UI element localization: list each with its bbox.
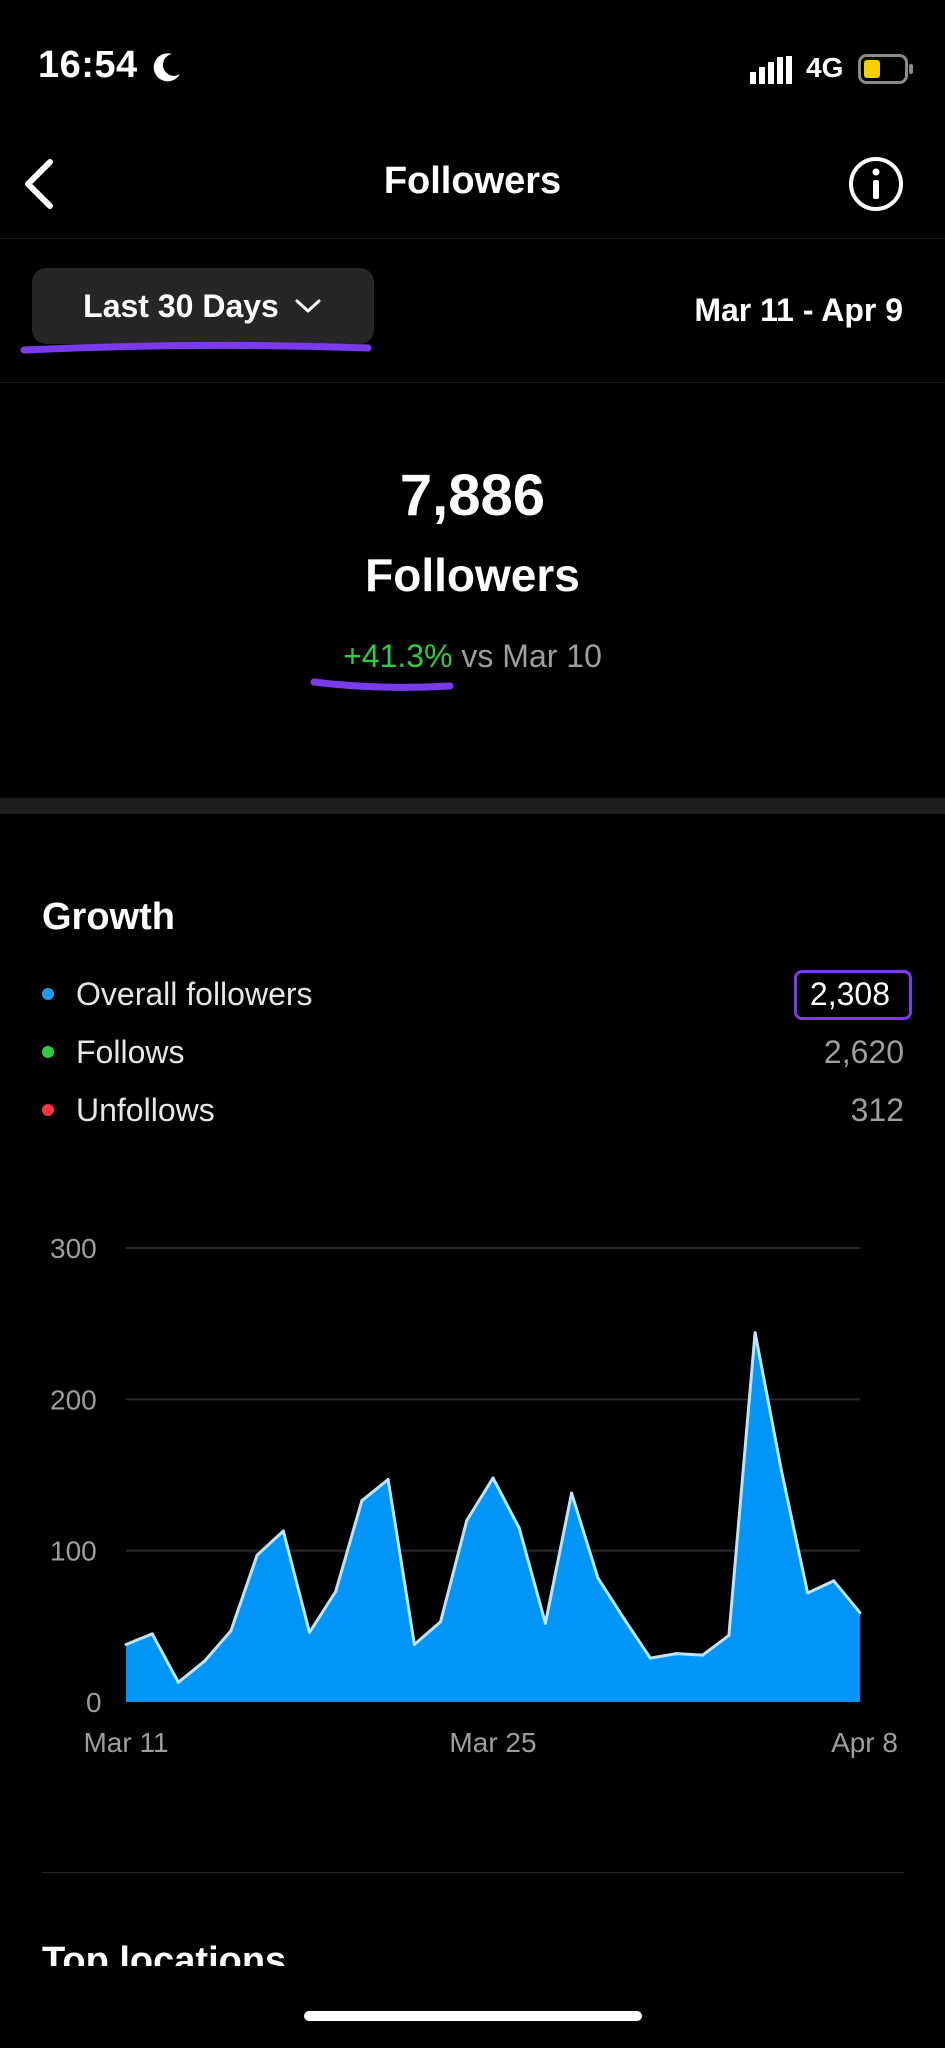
data-point	[491, 1476, 495, 1480]
data-point	[596, 1576, 600, 1580]
info-icon[interactable]	[846, 154, 906, 214]
battery-icon	[858, 54, 913, 84]
x-tick-label: Apr 8	[831, 1727, 898, 1758]
date-range-dropdown-label: Last 30 Days	[83, 287, 279, 324]
section-separator	[0, 798, 945, 814]
filter-divider	[0, 382, 945, 383]
y-tick-label: 100	[50, 1536, 97, 1567]
data-point	[806, 1591, 810, 1595]
data-point	[570, 1491, 574, 1495]
data-point	[281, 1529, 285, 1533]
legend-item-unfollows: Unfollows 312	[42, 1086, 904, 1134]
data-point	[412, 1642, 416, 1646]
growth-chart: 0 100 200 300 Mar 11 Mar 25 Apr 8	[50, 1233, 898, 1758]
data-point	[124, 1642, 128, 1646]
legend-item-overall: Overall followers 2,308	[42, 970, 904, 1018]
data-point	[727, 1633, 731, 1637]
growth-percent: +41.3%	[343, 638, 453, 674]
header-divider	[0, 238, 945, 239]
data-point	[858, 1611, 862, 1615]
data-point	[622, 1617, 626, 1621]
growth-comparison: +41.3% vs Mar 10	[0, 638, 945, 675]
page-title: Followers	[383, 160, 562, 202]
comparison-label: vs Mar 10	[461, 638, 602, 674]
legend-label: Unfollows	[76, 1091, 215, 1128]
legend-label: Overall followers	[76, 975, 313, 1012]
data-point	[517, 1526, 521, 1530]
moon-icon	[153, 53, 180, 82]
data-point	[386, 1478, 390, 1482]
data-point	[832, 1579, 836, 1583]
data-point	[203, 1659, 207, 1663]
top-locations-heading: Top locations	[42, 1940, 287, 1966]
data-point	[779, 1468, 783, 1472]
home-indicator[interactable]	[304, 2011, 642, 2021]
follower-count: 7,886	[399, 463, 546, 528]
signal-icon	[750, 56, 792, 84]
data-point	[753, 1331, 757, 1335]
data-point	[465, 1518, 469, 1522]
data-point	[229, 1629, 233, 1633]
annotation-underline	[310, 678, 454, 691]
data-point	[150, 1632, 154, 1636]
y-tick-label: 0	[86, 1687, 102, 1718]
y-tick-label: 200	[50, 1384, 97, 1415]
legend-dot	[42, 1104, 54, 1116]
data-point	[360, 1499, 364, 1503]
data-point	[701, 1653, 705, 1657]
data-point	[675, 1652, 678, 1656]
annotation-box	[794, 970, 912, 1020]
x-tick-label: Mar 25	[449, 1727, 536, 1758]
network-label: 4G	[806, 52, 844, 83]
y-tick-label: 300	[50, 1233, 97, 1264]
data-point	[308, 1630, 311, 1634]
status-time: 16:54	[38, 44, 138, 86]
section-divider	[42, 1872, 904, 1873]
follower-count-label: Followers	[365, 549, 580, 601]
legend-dot	[42, 1046, 54, 1058]
legend-value: 312	[850, 1091, 904, 1128]
annotation-underline	[20, 341, 372, 354]
growth-heading: Growth	[42, 896, 175, 938]
legend-item-follows: Follows 2,620	[42, 1028, 904, 1076]
data-point	[255, 1553, 259, 1557]
data-point	[648, 1656, 652, 1660]
data-point	[439, 1620, 443, 1624]
date-range-dropdown[interactable]: Last 30 Days	[32, 268, 374, 344]
data-point	[176, 1680, 180, 1684]
data-point	[543, 1621, 547, 1625]
legend-value: 2,620	[823, 1033, 904, 1070]
data-point	[334, 1590, 338, 1594]
legend-dot	[42, 988, 54, 1000]
legend-label: Follows	[76, 1033, 185, 1070]
chevron-down-icon	[295, 299, 321, 313]
x-tick-label: Mar 11	[83, 1727, 168, 1758]
date-range-text: Mar 11 - Apr 9	[694, 292, 903, 328]
top-locations-clip: Top locations	[0, 1938, 945, 1966]
